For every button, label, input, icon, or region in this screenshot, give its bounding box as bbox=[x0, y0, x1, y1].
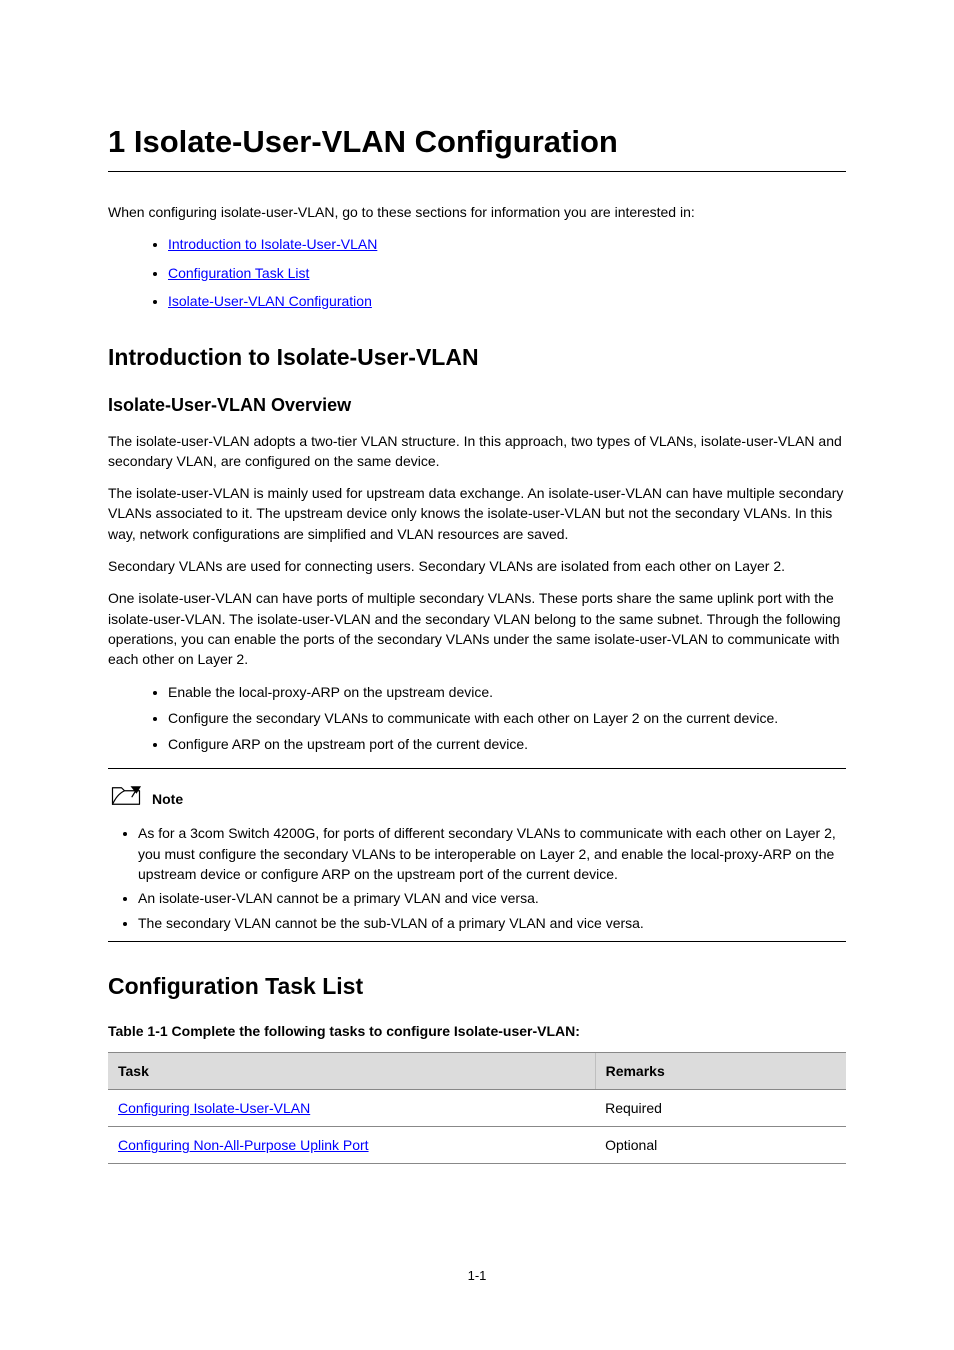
toc-link-intro[interactable]: Introduction to Isolate-User-VLAN bbox=[168, 236, 377, 252]
table-row: Configuring Non-All-Purpose Uplink Port … bbox=[108, 1127, 846, 1164]
note-list: As for a 3com Switch 4200G, for ports of… bbox=[108, 823, 846, 932]
table-header-task: Task bbox=[108, 1052, 595, 1089]
body-list: Enable the local-proxy-ARP on the upstre… bbox=[108, 682, 846, 755]
toc-item: Introduction to Isolate-User-VLAN bbox=[168, 234, 846, 254]
page-number: 1-1 bbox=[0, 1267, 954, 1286]
remarks-cell: Required bbox=[595, 1089, 846, 1126]
note-divider-bottom bbox=[108, 941, 846, 942]
tasks-table: Task Remarks Configuring Isolate-User-VL… bbox=[108, 1052, 846, 1165]
toc-link-config[interactable]: Isolate-User-VLAN Configuration bbox=[168, 293, 372, 309]
table-header-row: Task Remarks bbox=[108, 1052, 846, 1089]
toc-intro: When configuring isolate-user-VLAN, go t… bbox=[108, 202, 846, 222]
note-item: As for a 3com Switch 4200G, for ports of… bbox=[138, 823, 846, 884]
task-cell: Configuring Non-All-Purpose Uplink Port bbox=[108, 1127, 595, 1164]
toc-link-task-list[interactable]: Configuration Task List bbox=[168, 265, 309, 281]
list-item: Configure the secondary VLANs to communi… bbox=[168, 708, 846, 728]
task-link-uplink-port[interactable]: Configuring Non-All-Purpose Uplink Port bbox=[118, 1137, 369, 1153]
list-item: Enable the local-proxy-ARP on the upstre… bbox=[168, 682, 846, 702]
chapter-title: 1 Isolate-User-VLAN Configuration bbox=[108, 120, 846, 165]
page: 1 Isolate-User-VLAN Configuration When c… bbox=[0, 0, 954, 1350]
task-link-configure-vlan[interactable]: Configuring Isolate-User-VLAN bbox=[118, 1100, 310, 1116]
note-item: The secondary VLAN cannot be the sub-VLA… bbox=[138, 913, 846, 933]
toc-item: Configuration Task List bbox=[168, 263, 846, 283]
task-cell: Configuring Isolate-User-VLAN bbox=[108, 1089, 595, 1126]
body-paragraph: One isolate-user-VLAN can have ports of … bbox=[108, 588, 846, 669]
table-row: Configuring Isolate-User-VLAN Required bbox=[108, 1089, 846, 1126]
section-subheading-overview: Isolate-User-VLAN Overview bbox=[108, 392, 846, 418]
section-heading-tasklist: Configuration Task List bbox=[108, 970, 846, 1003]
body-paragraph: The isolate-user-VLAN adopts a two-tier … bbox=[108, 431, 846, 472]
toc-item: Isolate-User-VLAN Configuration bbox=[168, 291, 846, 311]
note-divider-top bbox=[108, 768, 846, 769]
table-caption: Table 1-1 Complete the following tasks t… bbox=[108, 1021, 846, 1041]
body-paragraph: Secondary VLANs are used for connecting … bbox=[108, 556, 846, 576]
list-item: Configure ARP on the upstream port of th… bbox=[168, 734, 846, 754]
note-item: An isolate-user-VLAN cannot be a primary… bbox=[138, 888, 846, 908]
body-paragraph: The isolate-user-VLAN is mainly used for… bbox=[108, 483, 846, 544]
table-header-remarks: Remarks bbox=[595, 1052, 846, 1089]
section-heading-intro: Introduction to Isolate-User-VLAN bbox=[108, 341, 846, 374]
note-header: Note bbox=[108, 783, 846, 809]
note-label: Note bbox=[152, 789, 183, 809]
note-icon bbox=[108, 783, 144, 809]
remarks-cell: Optional bbox=[595, 1127, 846, 1164]
chapter-divider bbox=[108, 171, 846, 172]
toc-list: Introduction to Isolate-User-VLAN Config… bbox=[108, 234, 846, 311]
